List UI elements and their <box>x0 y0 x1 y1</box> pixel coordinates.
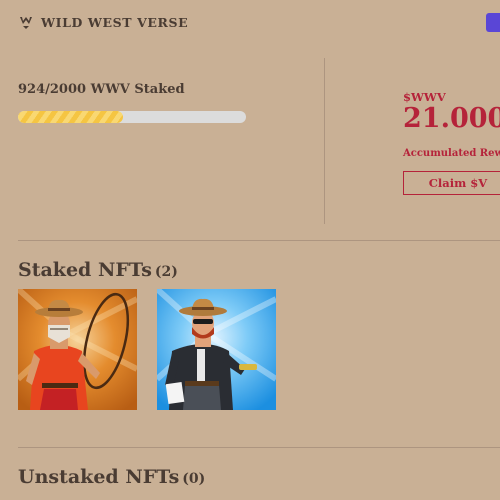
staked-progress-label: 924/2000 WWV Staked <box>18 82 185 97</box>
staked-count: (2) <box>154 264 178 280</box>
claim-button[interactable]: Claim $V <box>403 171 500 195</box>
vertical-divider <box>324 58 325 224</box>
staked-title-text: Staked NFTs <box>18 259 152 281</box>
section-divider <box>18 240 500 241</box>
connect-wallet-button[interactable] <box>486 13 500 32</box>
staked-progress-fill <box>18 111 124 123</box>
unstaked-count: (0) <box>182 471 206 487</box>
cowboy-hat-icon <box>18 14 34 30</box>
brand-logo[interactable]: WILD WEST VERSE <box>18 14 188 30</box>
staked-progress-bar <box>18 111 246 123</box>
accumulated-reward-caption: Accumulated Rew <box>403 148 500 159</box>
token-label: $WWV <box>403 90 446 104</box>
unstaked-section-title: Unstaked NFTs (0) <box>18 466 205 488</box>
nft-card-cowboy-lasso[interactable] <box>18 289 137 410</box>
unstaked-title-text: Unstaked NFTs <box>18 466 180 488</box>
section-divider-2 <box>18 447 500 448</box>
staked-section-title: Staked NFTs (2) <box>18 259 178 281</box>
nft-card-cowboy-jacket[interactable] <box>157 289 276 410</box>
top-bar: WILD WEST VERSE <box>0 0 500 46</box>
brand-name: WILD WEST VERSE <box>41 14 189 30</box>
accumulated-reward-value: 21.000 <box>403 103 500 134</box>
